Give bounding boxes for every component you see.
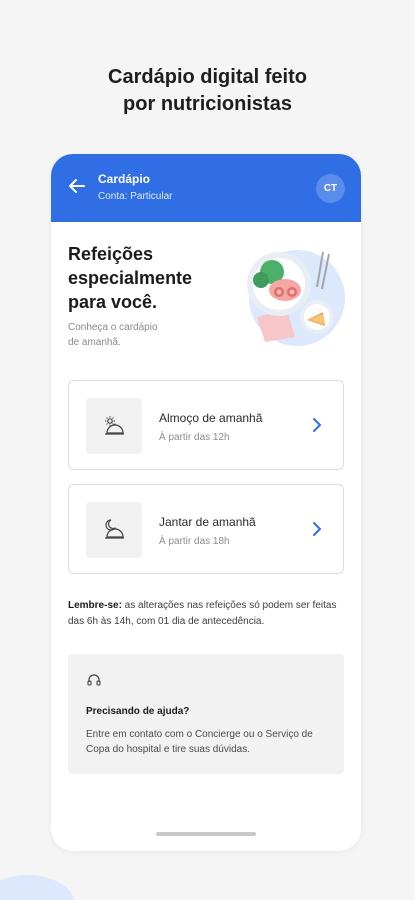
app-bar-subtitle: Conta: Particular (98, 191, 173, 202)
decorative-blob (0, 875, 75, 900)
avatar[interactable]: CT (316, 174, 345, 203)
help-text: Entre em contato com o Concierge ou o Se… (86, 729, 313, 755)
hero-title-line1: Refeições (68, 244, 154, 264)
lunch-card[interactable]: Almoço de amanhã À partir das 12h (68, 380, 344, 470)
hero-title-line3: para você. (68, 292, 158, 312)
dinner-card[interactable]: Jantar de amanhã À partir das 18h (68, 484, 344, 574)
phone-screen: Cardápio Conta: Particular CT Refeições … (51, 154, 361, 851)
hero-title: Refeições especialmente para você. (68, 242, 218, 314)
lunch-card-subtitle: À partir das 12h (159, 432, 230, 443)
moon-cloche-icon (105, 519, 124, 539)
hero-subtitle-line2: de amanhã. (68, 337, 121, 348)
promo-headline-line1: Cardápio digital feito (108, 66, 307, 88)
reminder-label: Lembre-se: (68, 600, 122, 611)
chevron-right-icon (313, 522, 322, 536)
reminder-note: Lembre-se: as alterações nas refeições s… (68, 598, 348, 630)
hero-title-line2: especialmente (68, 268, 193, 288)
promo-headline: Cardápio digital feito por nutricionista… (0, 64, 415, 118)
promo-headline-line2: por nutricionistas (123, 93, 292, 115)
hero-subtitle-line1: Conheça o cardápio (68, 322, 158, 333)
chevron-right-icon (313, 418, 322, 432)
hero-subtitle: Conheça o cardápio de amanhã. (68, 320, 183, 350)
sun-cloche-icon (105, 416, 124, 435)
card-icon-box (86, 502, 142, 558)
meal-plate-illustration (247, 250, 345, 346)
arrow-left-icon[interactable] (67, 176, 87, 196)
headset-icon (87, 674, 101, 686)
card-icon-box (86, 398, 142, 454)
dinner-card-subtitle: À partir das 18h (159, 536, 230, 547)
help-box: Precisando de ajuda? Entre em contato co… (68, 654, 344, 774)
dinner-card-title: Jantar de amanhã (159, 515, 256, 529)
app-bar-title: Cardápio (98, 172, 151, 186)
lunch-card-title: Almoço de amanhã (159, 411, 263, 425)
app-bar: Cardápio Conta: Particular CT (51, 154, 361, 222)
help-title: Precisando de ajuda? (86, 706, 190, 717)
home-indicator[interactable] (156, 832, 256, 836)
